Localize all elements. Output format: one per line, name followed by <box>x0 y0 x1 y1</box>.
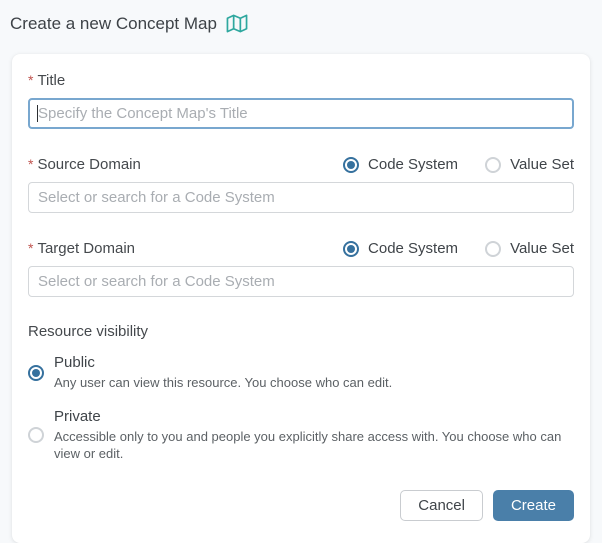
visibility-public-option[interactable]: Public Any user can view this resource. … <box>28 354 574 392</box>
required-marker: * <box>28 156 33 172</box>
create-concept-map-form: *Title *Source Domain Code System Value … <box>12 54 590 543</box>
radio-label: Code System <box>368 156 458 173</box>
radio-label: Code System <box>368 240 458 257</box>
radio-selected-icon <box>343 241 359 257</box>
radio-unselected-icon <box>485 241 501 257</box>
public-option-label: Public <box>54 354 574 371</box>
source-value-set-radio[interactable]: Value Set <box>485 156 574 173</box>
private-option-label: Private <box>54 408 574 425</box>
target-domain-input[interactable] <box>28 266 574 297</box>
target-domain-label-text: Target Domain <box>37 240 135 257</box>
radio-label: Value Set <box>510 156 574 173</box>
cancel-button[interactable]: Cancel <box>400 490 483 521</box>
title-input[interactable] <box>28 98 574 129</box>
radio-label: Value Set <box>510 240 574 257</box>
required-marker: * <box>28 72 33 88</box>
map-icon <box>226 13 248 34</box>
text-cursor <box>37 105 38 122</box>
source-domain-input[interactable] <box>28 182 574 213</box>
target-domain-type-group: Code System Value Set <box>343 240 574 257</box>
private-option-description: Accessible only to you and people you ex… <box>54 428 574 463</box>
target-domain-label: *Target Domain <box>28 240 135 257</box>
radio-selected-icon <box>28 365 44 381</box>
title-field-label: *Title <box>28 72 574 89</box>
page-title: Create a new Concept Map <box>10 14 217 34</box>
title-label-text: Title <box>37 72 65 89</box>
visibility-private-option[interactable]: Private Accessible only to you and peopl… <box>28 408 574 463</box>
required-marker: * <box>28 240 33 256</box>
source-domain-type-group: Code System Value Set <box>343 156 574 173</box>
source-code-system-radio[interactable]: Code System <box>343 156 458 173</box>
radio-unselected-icon <box>28 427 44 443</box>
source-domain-label-text: Source Domain <box>37 156 140 173</box>
create-button[interactable]: Create <box>493 490 574 521</box>
target-code-system-radio[interactable]: Code System <box>343 240 458 257</box>
radio-unselected-icon <box>485 157 501 173</box>
target-value-set-radio[interactable]: Value Set <box>485 240 574 257</box>
form-footer: Cancel Create <box>28 490 574 521</box>
public-option-description: Any user can view this resource. You cho… <box>54 374 574 392</box>
source-domain-label: *Source Domain <box>28 156 141 173</box>
resource-visibility-label: Resource visibility <box>28 323 574 340</box>
page-header: Create a new Concept Map <box>0 0 602 36</box>
radio-selected-icon <box>343 157 359 173</box>
